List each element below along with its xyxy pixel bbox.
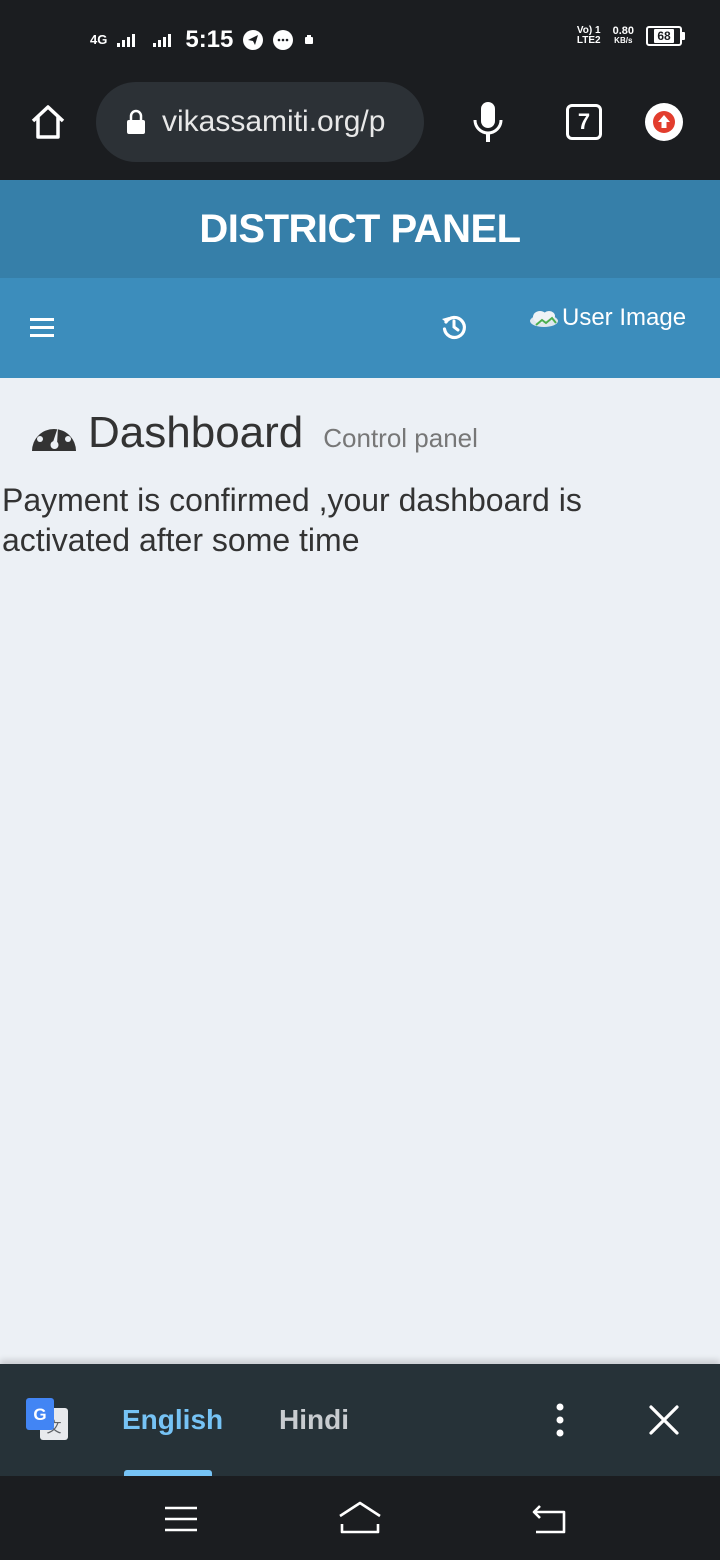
language-tab-english[interactable]: English	[122, 1404, 223, 1436]
site-header: DISTRICT PANEL	[0, 180, 720, 278]
svg-text:G: G	[33, 1405, 46, 1424]
battery-icon: 68	[646, 26, 685, 46]
tab-switcher-button[interactable]: 7	[566, 104, 602, 140]
address-bar[interactable]: vikassamiti.org/p	[96, 82, 424, 162]
recent-apps-icon[interactable]	[164, 1504, 198, 1534]
microphone-icon[interactable]	[470, 100, 506, 144]
user-image-alt-text: User Image	[562, 304, 687, 331]
signal-icon	[117, 33, 136, 47]
language-tab-hindi[interactable]: Hindi	[279, 1404, 349, 1436]
page-title: Dashboard	[88, 408, 304, 457]
signal-2-icon	[153, 33, 172, 47]
menu-icon[interactable]	[30, 318, 54, 338]
network-type: 4G	[90, 32, 108, 47]
url-text: vikassamiti.org/p	[162, 105, 386, 138]
broken-image-icon	[530, 311, 558, 327]
clock: 5:15	[185, 26, 234, 53]
history-icon[interactable]	[440, 313, 468, 341]
notification-icon	[305, 35, 314, 44]
close-icon[interactable]	[646, 1402, 682, 1438]
system-navigation-bar	[0, 1476, 720, 1560]
chat-icon	[273, 30, 294, 50]
page-subtitle: Control panel	[323, 423, 478, 453]
network-speed: 0.80 KB/s	[612, 25, 634, 46]
translate-bar: 文 G English Hindi	[0, 1364, 720, 1476]
home-icon[interactable]	[28, 102, 68, 142]
telegram-icon	[243, 30, 264, 50]
home-nav-icon[interactable]	[336, 1500, 384, 1536]
dashboard-icon	[32, 419, 76, 451]
status-bar: 4G 5:15 Vo) 1 LTE2 0.80 KB/s 68	[0, 0, 720, 80]
browser-toolbar: vikassamiti.org/p 7	[0, 80, 720, 180]
user-image[interactable]: User Image	[528, 304, 686, 332]
navbar: User Image	[0, 278, 720, 378]
lock-icon	[127, 109, 145, 134]
volte-indicator: Vo) 1 LTE2	[576, 25, 601, 46]
update-icon[interactable]	[645, 103, 683, 141]
google-translate-icon[interactable]: 文 G	[26, 1398, 70, 1442]
more-options-icon[interactable]	[550, 1402, 570, 1438]
site-title: DISTRICT PANEL	[199, 206, 521, 251]
status-message: Payment is confirmed ,your dashboard is …	[2, 482, 582, 558]
content-header: Dashboard Control panel	[30, 408, 478, 458]
back-nav-icon[interactable]	[530, 1502, 568, 1536]
